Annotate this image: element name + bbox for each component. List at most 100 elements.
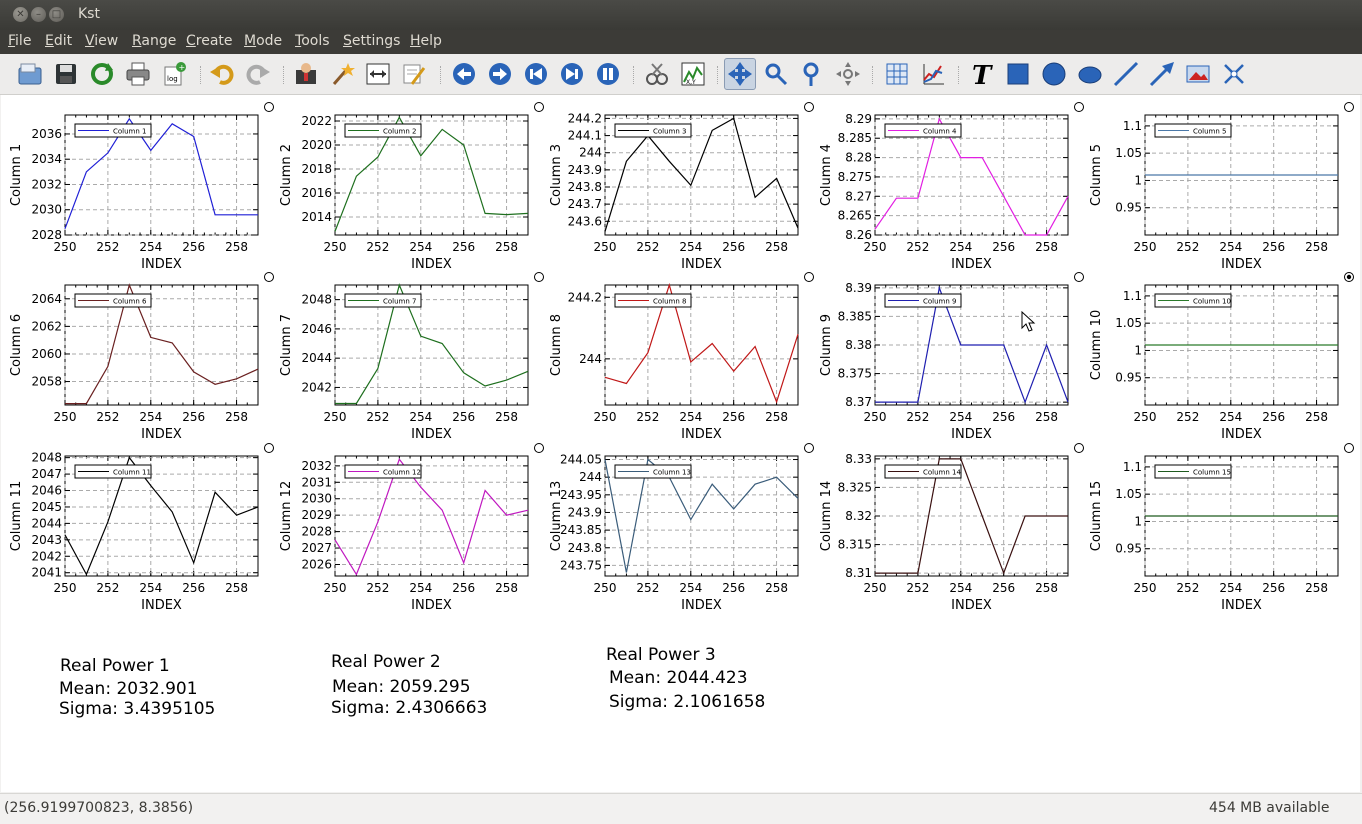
zoom-y-icon[interactable] [798,60,826,88]
plot-select-radio[interactable] [804,443,814,453]
y-tick-label: 8.31 [845,566,872,580]
plot-select-radio[interactable] [1344,443,1354,453]
menu-help[interactable]: Help [410,33,442,49]
stats-sigma[interactable]: Sigma: 2.4306663 [331,698,487,718]
zoom-forward-icon[interactable] [486,60,514,88]
plot-select-radio[interactable] [264,102,274,112]
y-tick-label: 8.38 [845,338,872,352]
export-log-icon[interactable]: log+ [160,60,188,88]
cross-icon[interactable] [1220,60,1248,88]
plot-select-radio[interactable] [1344,102,1354,112]
x-tick-label: 250 [594,581,617,595]
plot-select-radio[interactable] [1074,102,1084,112]
circle-icon[interactable] [1040,60,1068,88]
legend-label: Column 15 [1193,469,1231,477]
stats-title[interactable]: Real Power 1 [60,656,170,676]
change-file-icon[interactable] [364,60,392,88]
y-tick-label: 8.265 [838,209,872,223]
edit-vector-icon[interactable] [643,60,671,88]
y-tick-label: 1 [1134,173,1142,187]
maximize-window-button[interactable]: □ [49,7,64,22]
svg-text:log: log [167,75,178,83]
data-manager-icon[interactable] [292,60,320,88]
svg-text:X,Y: X,Y [686,79,696,86]
zoom-tied-icon[interactable] [834,60,862,88]
plot-select-radio-dot [1346,274,1352,280]
grid-icon[interactable] [883,60,911,88]
plot-icon[interactable] [919,60,947,88]
y-tick-label: 8.28 [845,151,872,165]
y-tick-label: 243.8 [568,180,602,194]
back-icon[interactable] [522,60,550,88]
plot-select-radio[interactable] [264,272,274,282]
reload-icon[interactable] [88,60,116,88]
redo-icon[interactable] [244,60,272,88]
print-icon[interactable] [124,60,152,88]
layout-icon[interactable] [724,58,756,90]
ellipse-icon[interactable] [1076,60,1104,88]
edit-text-icon[interactable] [400,60,428,88]
box-icon[interactable] [1004,60,1032,88]
data-wizard-icon[interactable] [328,60,356,88]
plot-select-radio[interactable] [1074,272,1084,282]
menu-file[interactable]: File [8,33,31,49]
y-axis-label: Column 2 [279,144,294,206]
x-tick-label: 256 [182,410,205,424]
menu-edit[interactable]: Edit [45,33,72,49]
x-axis-label: INDEX [951,598,992,613]
plot-select-radio[interactable] [534,272,544,282]
stats-mean[interactable]: Mean: 2044.423 [609,668,748,688]
y-tick-label: 2036 [31,127,62,141]
y-tick-label: 1.05 [1115,316,1142,330]
plot-canvas[interactable]: 250 252 254 256 258 2028 2030 2032 2034 2036 Colum… [1,95,1360,792]
y-tick-label: 2046 [301,322,332,336]
stats-mean[interactable]: Mean: 2032.901 [59,679,198,699]
text-icon[interactable]: T [968,60,996,88]
picture-icon[interactable] [1184,60,1212,88]
stats-sigma[interactable]: Sigma: 2.1061658 [609,692,765,712]
stats-sigma[interactable]: Sigma: 3.4395105 [59,699,215,719]
x-tick-label: 256 [722,581,745,595]
plot-select-radio[interactable] [1074,443,1084,453]
pause-icon[interactable] [594,60,622,88]
zoom-back-icon[interactable] [450,60,478,88]
xy-icon[interactable]: X,Y [679,60,707,88]
forward-icon[interactable] [558,60,586,88]
x-tick-label: 252 [636,410,659,424]
save-icon[interactable] [52,60,80,88]
x-axis-label: INDEX [951,257,992,272]
legend-label: Column 1 [113,128,147,136]
plot-select-radio[interactable] [264,443,274,453]
menu-mode[interactable]: Mode [244,33,282,49]
menu-view[interactable]: View [85,33,118,49]
toolbar-separator [283,66,286,84]
line-icon[interactable] [1112,60,1140,88]
x-tick-label: 250 [324,240,347,254]
y-axis-label: Column 15 [1089,481,1104,551]
stats-mean[interactable]: Mean: 2059.295 [332,677,471,697]
stats-title[interactable]: Real Power 3 [606,645,716,665]
plot-select-radio[interactable] [534,443,544,453]
y-tick-label: 8.275 [838,170,872,184]
legend-label: Column 12 [383,469,421,477]
arrow-icon[interactable] [1148,60,1176,88]
menu-tools[interactable]: Tools [295,33,330,49]
menu-settings[interactable]: Settings [343,33,400,49]
y-tick-label: 0.95 [1115,371,1142,385]
menu-range[interactable]: Range [132,33,176,49]
title-bar: ✕ – □ Kst [0,0,1362,30]
x-tick-label: 258 [765,581,788,595]
zoom-x-icon[interactable] [762,60,790,88]
menu-create[interactable]: Create [186,33,233,49]
open-icon[interactable] [16,60,44,88]
x-tick-label: 254 [409,240,432,254]
close-window-button[interactable]: ✕ [13,7,28,22]
plot-select-radio[interactable] [804,102,814,112]
undo-icon[interactable] [208,60,236,88]
minimize-window-button[interactable]: – [31,7,46,22]
plot-select-radio[interactable] [804,272,814,282]
y-axis-label: Column 7 [279,314,294,376]
y-tick-label: 2062 [31,319,62,333]
plot-select-radio[interactable] [534,102,544,112]
stats-title[interactable]: Real Power 2 [331,652,441,672]
